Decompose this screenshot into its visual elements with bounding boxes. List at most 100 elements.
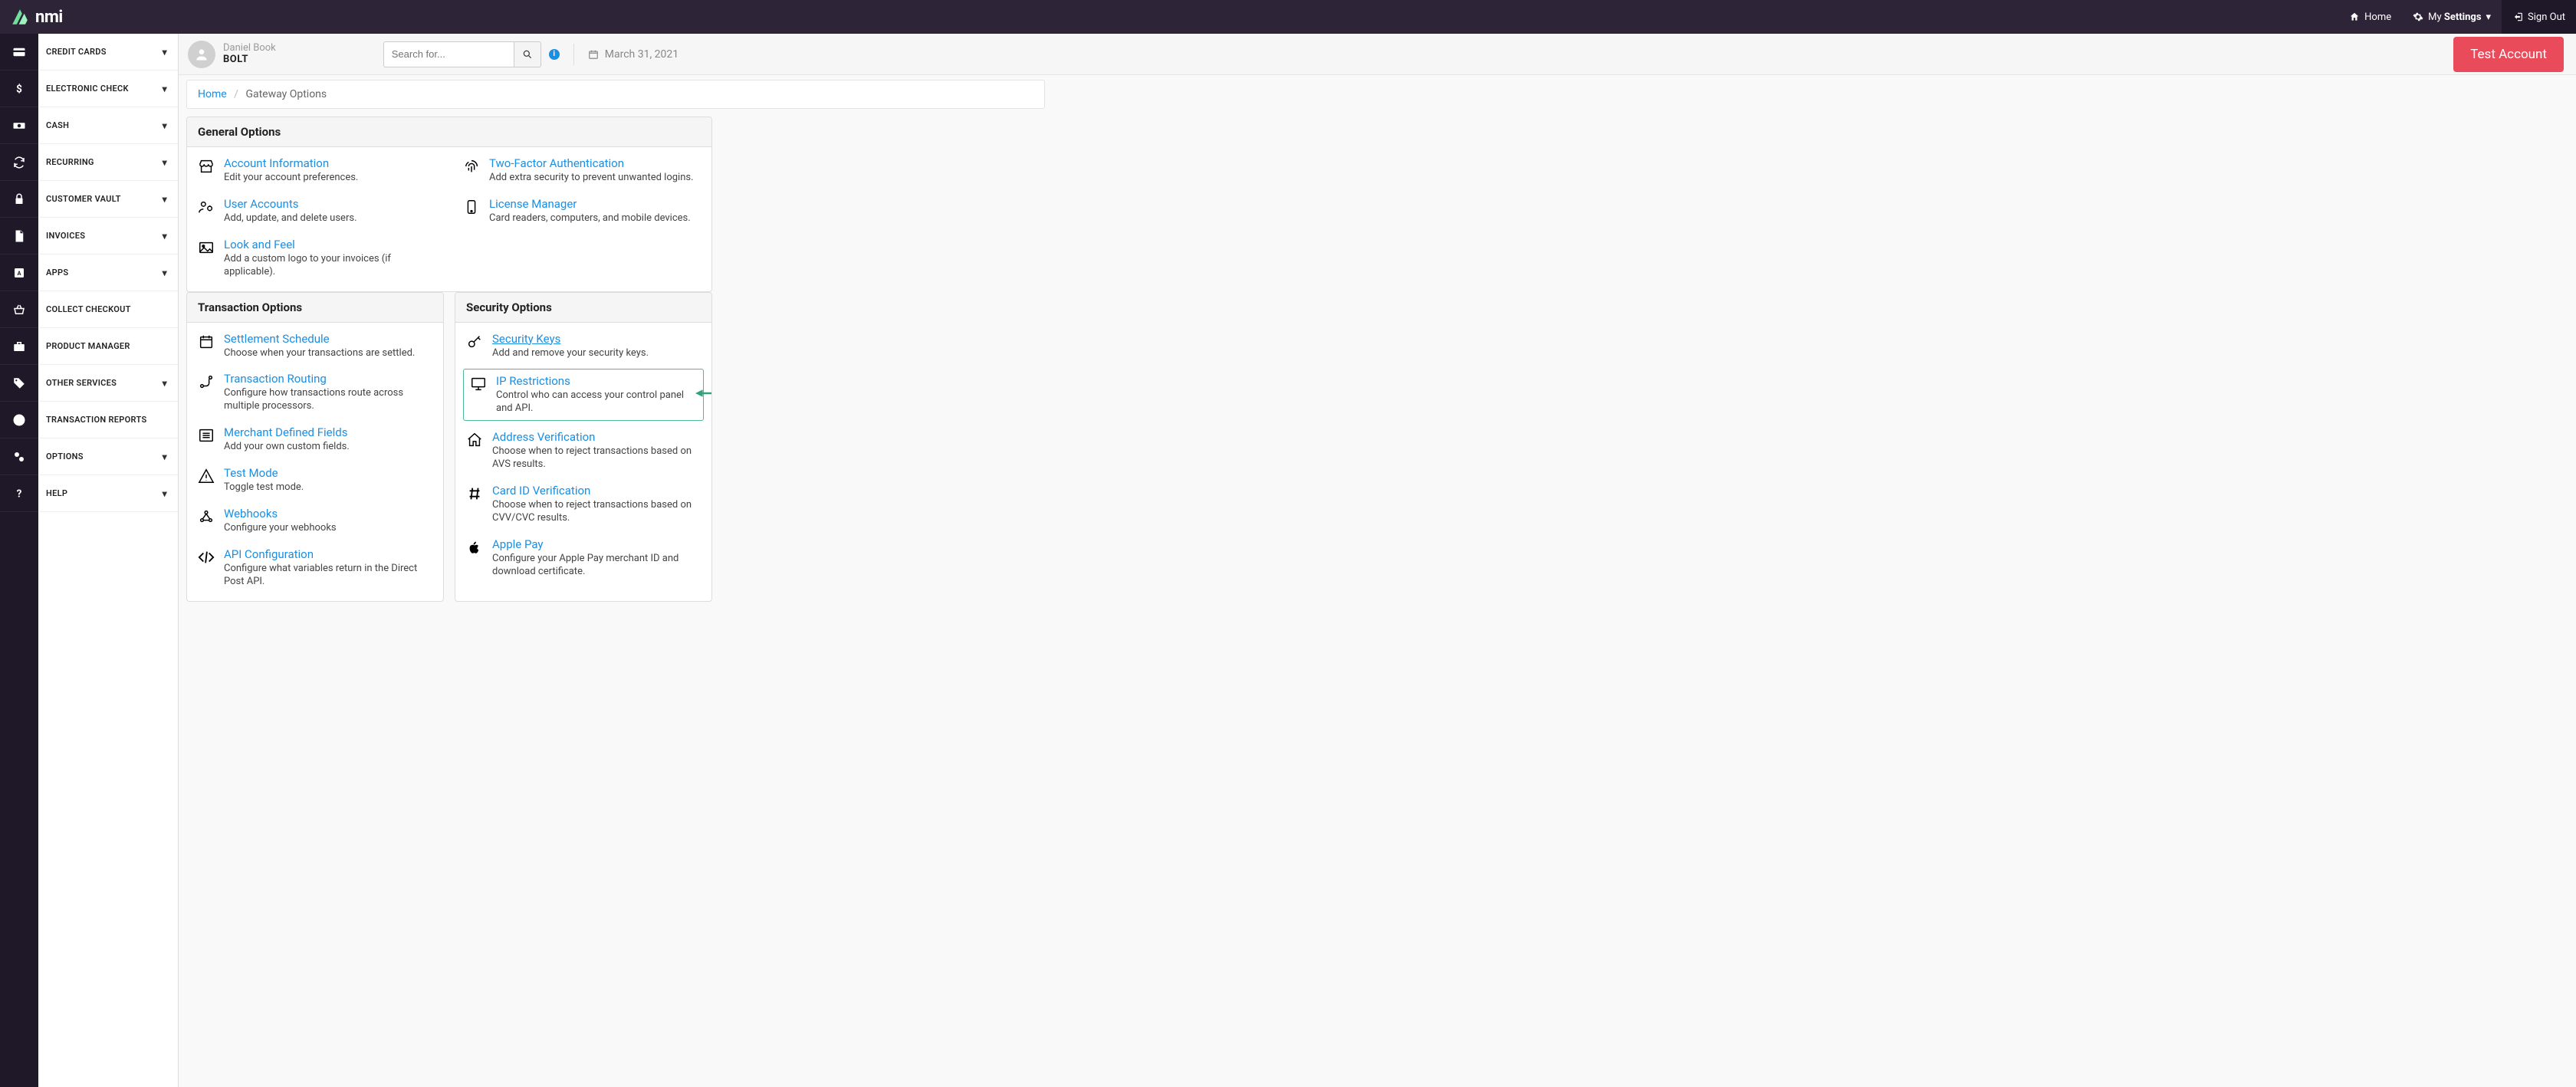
- chevron-down-icon: ▾: [163, 378, 167, 389]
- top-header-actions: Home My Settings ▾ Sign Out: [2338, 0, 2576, 34]
- option-title[interactable]: API Configuration: [224, 547, 434, 561]
- code-icon: [197, 549, 215, 566]
- sidebar-item-label: APPS: [46, 268, 68, 277]
- sidebar-item-creditcards[interactable]: CREDIT CARDS▾: [38, 34, 178, 71]
- sidebar-item-label: PRODUCT MANAGER: [46, 341, 130, 351]
- tag-icon: [12, 376, 26, 390]
- rail-invoices[interactable]: [0, 218, 38, 255]
- rail-checkout[interactable]: [0, 291, 38, 328]
- option-applepay[interactable]: Apple PayConfigure your Apple Pay mercha…: [463, 534, 704, 582]
- search-button[interactable]: [514, 41, 541, 67]
- option-user-accounts[interactable]: User AccountsAdd, update, and delete use…: [195, 194, 439, 228]
- option-title[interactable]: Address Verification: [492, 430, 702, 444]
- option-routing[interactable]: Transaction RoutingConfigure how transac…: [195, 369, 435, 416]
- users-gear-icon: [197, 199, 215, 215]
- option-title[interactable]: Merchant Defined Fields: [224, 425, 434, 439]
- info-badge[interactable]: i: [549, 49, 560, 60]
- gear-icon: [2413, 11, 2423, 22]
- option-title[interactable]: Apple Pay: [492, 537, 702, 551]
- option-desc: Card readers, computers, and mobile devi…: [489, 212, 702, 225]
- nav-settings-label: My Settings: [2428, 11, 2481, 23]
- logo-mark-icon: [9, 6, 31, 28]
- rail-echeck[interactable]: $: [0, 71, 38, 107]
- option-testmode[interactable]: Test ModeToggle test mode.: [195, 463, 435, 498]
- panel-title: General Options: [187, 117, 711, 147]
- rail-apps[interactable]: A: [0, 255, 38, 291]
- option-security-keys[interactable]: Security KeysAdd and remove your securit…: [463, 329, 704, 363]
- sidebar-item-label: CASH: [46, 120, 69, 130]
- option-account-info[interactable]: Account InformationEdit your account pre…: [195, 153, 439, 188]
- rail-help[interactable]: ?: [0, 475, 38, 512]
- breadcrumb-sep: /: [234, 88, 238, 100]
- rail-options[interactable]: [0, 438, 38, 475]
- rail-cash[interactable]: [0, 107, 38, 144]
- nav-signout[interactable]: Sign Out: [2502, 0, 2576, 34]
- option-look-and-feel[interactable]: Look and FeelAdd a custom logo to your i…: [195, 235, 439, 282]
- option-avs[interactable]: Address VerificationChoose when to rejec…: [463, 427, 704, 475]
- sidebar-item-cash[interactable]: CASH▾: [38, 107, 178, 144]
- option-title[interactable]: IP Restrictions: [496, 374, 698, 388]
- user-block: Daniel Book BOLT: [223, 43, 276, 66]
- option-title[interactable]: Look and Feel: [224, 238, 437, 251]
- calendar-icon: [197, 333, 215, 350]
- option-title[interactable]: Account Information: [224, 156, 437, 170]
- option-settlement[interactable]: Settlement ScheduleChoose when your tran…: [195, 329, 435, 363]
- svg-text:?: ?: [17, 488, 22, 500]
- sidebar-item-product[interactable]: PRODUCT MANAGER▾: [38, 328, 178, 365]
- option-ip-restrictions[interactable]: IP RestrictionsControl who can access yo…: [463, 369, 704, 421]
- pie-chart-icon: [12, 413, 26, 427]
- option-desc: Control who can access your control pane…: [496, 389, 698, 415]
- option-title[interactable]: User Accounts: [224, 197, 437, 211]
- option-webhooks[interactable]: WebhooksConfigure your webhooks: [195, 504, 435, 538]
- fingerprint-icon: [462, 158, 481, 175]
- option-title[interactable]: Security Keys: [492, 332, 702, 346]
- briefcase-icon: [12, 340, 26, 353]
- rail-product[interactable]: [0, 328, 38, 365]
- sidebar-item-reports[interactable]: TRANSACTION REPORTS▾: [38, 402, 178, 438]
- breadcrumb-home[interactable]: Home: [198, 88, 227, 100]
- sidebar-item-options[interactable]: OPTIONS▾: [38, 438, 178, 475]
- option-cvv[interactable]: Card ID VerificationChoose when to rejec…: [463, 481, 704, 528]
- option-title[interactable]: Test Mode: [224, 466, 434, 480]
- nav-settings[interactable]: My Settings ▾: [2402, 0, 2502, 34]
- user-icon: [194, 47, 209, 62]
- option-desc: Choose when your transactions are settle…: [224, 347, 434, 360]
- rail-otherservices[interactable]: [0, 365, 38, 402]
- search-input[interactable]: [383, 41, 514, 67]
- option-title[interactable]: Card ID Verification: [492, 484, 702, 498]
- gears-icon: [12, 450, 26, 464]
- sidebar-item-help[interactable]: HELP▾: [38, 475, 178, 512]
- option-license[interactable]: License ManagerCard readers, computers, …: [460, 194, 704, 228]
- icon-rail: $ A ?: [0, 34, 38, 1087]
- dollar-icon: $: [12, 82, 26, 96]
- option-title[interactable]: Transaction Routing: [224, 372, 434, 386]
- sidebar-item-otherservices[interactable]: OTHER SERVICES▾: [38, 365, 178, 402]
- sidebar-item-apps[interactable]: APPS▾: [38, 255, 178, 291]
- option-title[interactable]: Settlement Schedule: [224, 332, 434, 346]
- panel-general-options: General Options Account InformationEdit …: [186, 117, 712, 292]
- option-2fa[interactable]: Two-Factor AuthenticationAdd extra secur…: [460, 153, 704, 188]
- sidebar-item-invoices[interactable]: INVOICES▾: [38, 218, 178, 255]
- sidebar-item-recurring[interactable]: RECURRING▾: [38, 144, 178, 181]
- user-name: Daniel Book: [223, 43, 276, 54]
- sidebar-item-checkout[interactable]: COLLECT CHECKOUT▾: [38, 291, 178, 328]
- sidebar-item-vault[interactable]: CUSTOMER VAULT▾: [38, 181, 178, 218]
- avatar[interactable]: [188, 41, 215, 68]
- chevron-down-icon: ▾: [163, 231, 167, 241]
- rail-recurring[interactable]: [0, 144, 38, 181]
- option-title[interactable]: Webhooks: [224, 507, 434, 521]
- lock-icon: [12, 192, 26, 206]
- rail-reports[interactable]: [0, 402, 38, 438]
- option-mdf[interactable]: Merchant Defined FieldsAdd your own cust…: [195, 422, 435, 457]
- option-title[interactable]: Two-Factor Authentication: [489, 156, 702, 170]
- storefront-icon: [197, 158, 215, 175]
- option-apiconfig[interactable]: API ConfigurationConfigure what variable…: [195, 544, 435, 592]
- option-title[interactable]: License Manager: [489, 197, 702, 211]
- rail-credit-cards[interactable]: [0, 34, 38, 71]
- test-account-button[interactable]: Test Account: [2453, 37, 2564, 72]
- sidebar-item-echeck[interactable]: ELECTRONIC CHECK▾: [38, 71, 178, 107]
- panel-transaction-options: Transaction Options Settlement ScheduleC…: [186, 292, 444, 602]
- nav-home[interactable]: Home: [2338, 0, 2402, 34]
- rail-vault[interactable]: [0, 181, 38, 218]
- brand-logo[interactable]: nmi: [9, 6, 63, 28]
